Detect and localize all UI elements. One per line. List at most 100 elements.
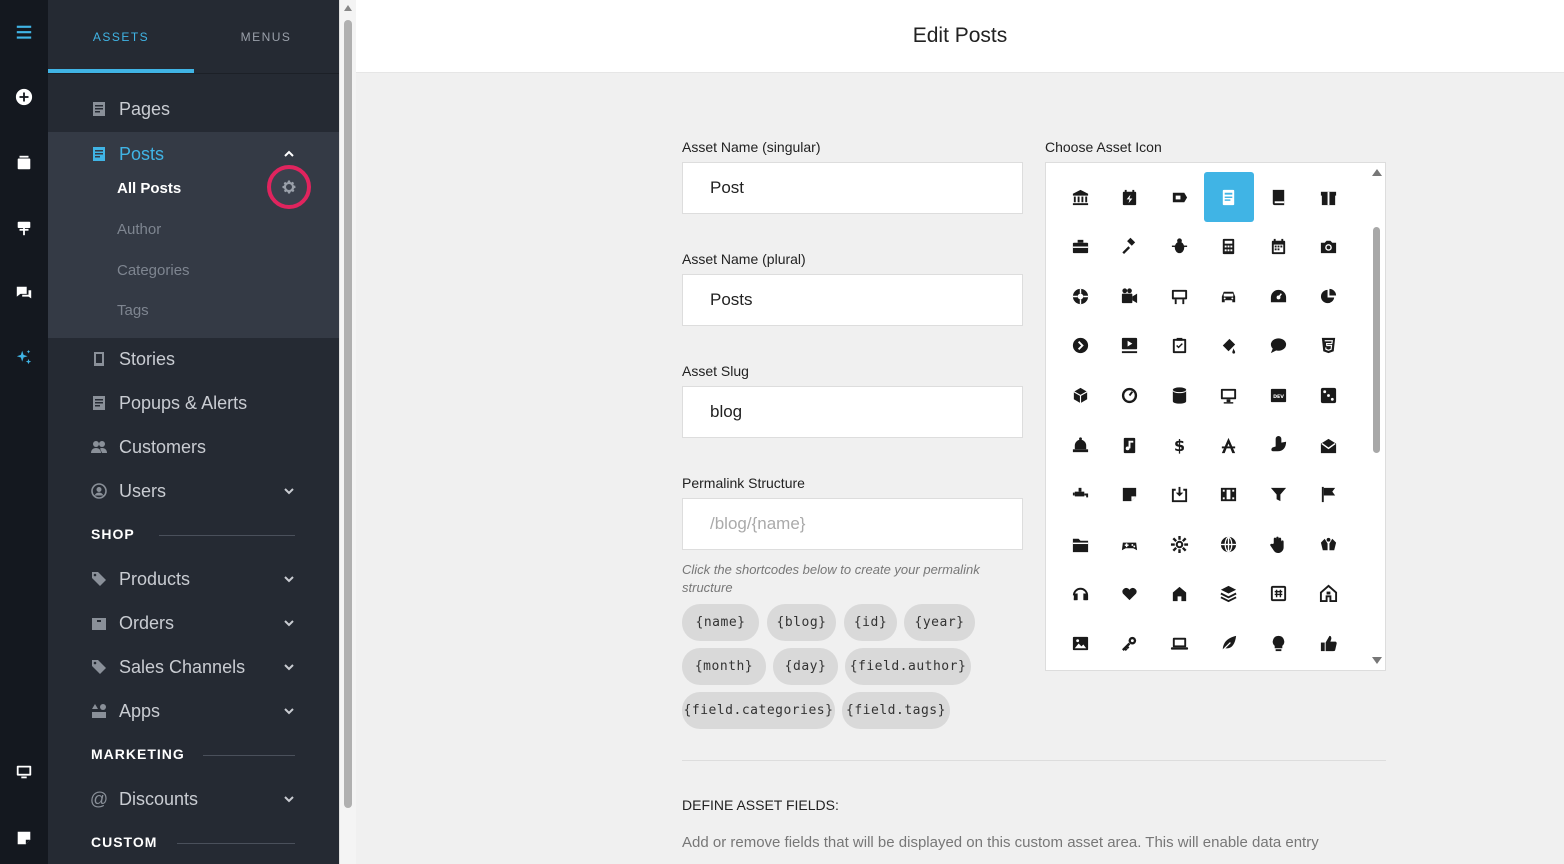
- scroll-up-arrow[interactable]: [344, 5, 352, 11]
- dice-icon[interactable]: [1303, 370, 1353, 420]
- asset-slug-input[interactable]: blog: [682, 386, 1023, 438]
- tv-play-icon[interactable]: [1105, 321, 1155, 371]
- database-icon[interactable]: [1154, 370, 1204, 420]
- add-icon[interactable]: [0, 77, 48, 117]
- heart-icon[interactable]: [1105, 569, 1155, 619]
- gift-icon[interactable]: [1303, 172, 1353, 222]
- sidebar-item-sales-channels[interactable]: Sales Channels: [48, 645, 339, 689]
- scroll-thumb[interactable]: [1373, 227, 1380, 453]
- sub-item-tags[interactable]: Tags: [117, 302, 149, 319]
- dashboard-icon[interactable]: [1105, 370, 1155, 420]
- gamepad-icon[interactable]: [1105, 519, 1155, 569]
- shortcode-chip[interactable]: {blog}: [767, 604, 836, 641]
- sidebar-scrollbar[interactable]: [339, 0, 356, 864]
- bell-icon[interactable]: [1055, 420, 1105, 470]
- newspaper-icon[interactable]: [1203, 172, 1254, 222]
- shortcode-chip[interactable]: {field.tags}: [842, 692, 950, 729]
- chevron-down-icon[interactable]: [282, 572, 296, 586]
- hands-icon[interactable]: [1303, 519, 1353, 569]
- sticky-note-icon[interactable]: [1105, 470, 1155, 520]
- posts-settings-button[interactable]: [267, 165, 311, 209]
- sidebar-item-pages[interactable]: Pages: [48, 87, 339, 131]
- chevron-down-icon[interactable]: [282, 616, 296, 630]
- gear-icon[interactable]: [1154, 519, 1204, 569]
- duck-icon[interactable]: [1253, 420, 1303, 470]
- home-icon[interactable]: [1154, 569, 1204, 619]
- sub-item-author[interactable]: Author: [117, 221, 161, 238]
- lightbulb-icon[interactable]: [1253, 618, 1303, 668]
- globe-icon[interactable]: [1204, 519, 1254, 569]
- video-icon[interactable]: [1105, 271, 1155, 321]
- dev-icon[interactable]: DEV: [1253, 370, 1303, 420]
- bug-icon[interactable]: [1154, 222, 1204, 272]
- car-icon[interactable]: [1204, 271, 1254, 321]
- css3-icon[interactable]: [1303, 321, 1353, 371]
- folder-icon[interactable]: [1055, 519, 1105, 569]
- desktop-icon[interactable]: [0, 752, 48, 792]
- scroll-up-arrow[interactable]: [1372, 169, 1382, 176]
- gavel-icon[interactable]: [1105, 222, 1155, 272]
- shortcode-chip[interactable]: {year}: [904, 604, 975, 641]
- book-icon[interactable]: [1253, 172, 1303, 222]
- pages-icon[interactable]: [0, 143, 48, 183]
- shortcode-chip[interactable]: {id}: [844, 604, 897, 641]
- layers-icon[interactable]: [1204, 569, 1254, 619]
- camera-icon[interactable]: [1303, 222, 1353, 272]
- chat-icon[interactable]: [0, 273, 48, 313]
- shortcode-chip[interactable]: {month}: [682, 648, 766, 685]
- chevron-up-icon[interactable]: [282, 147, 296, 161]
- pie-chart-icon[interactable]: [1303, 271, 1353, 321]
- note-icon[interactable]: [0, 818, 48, 858]
- tachometer-icon[interactable]: [1253, 271, 1303, 321]
- dollar-icon[interactable]: $: [1154, 420, 1204, 470]
- sidebar-item-products[interactable]: Products: [48, 557, 339, 601]
- sub-item-categories[interactable]: Categories: [117, 262, 190, 279]
- design-icon[interactable]: [0, 208, 48, 248]
- ticket-icon[interactable]: [1154, 172, 1204, 222]
- sidebar-item-apps[interactable]: Apps: [48, 689, 339, 733]
- sidebar-item-users[interactable]: Users: [48, 469, 339, 513]
- scroll-thumb[interactable]: [344, 20, 352, 808]
- clipboard-check-icon[interactable]: [1154, 321, 1204, 371]
- tab-menus[interactable]: MENUS: [193, 0, 339, 74]
- flag-icon[interactable]: [1303, 470, 1353, 520]
- image-icon[interactable]: [1055, 618, 1105, 668]
- keyboard-icon[interactable]: [1253, 569, 1303, 619]
- shortcode-chip[interactable]: {field.categories}: [682, 692, 835, 729]
- laptop-icon[interactable]: [1154, 618, 1204, 668]
- magic-icon[interactable]: [0, 338, 48, 378]
- calendar-plus-icon[interactable]: [1105, 172, 1155, 222]
- hand-icon[interactable]: [1253, 519, 1303, 569]
- chevron-down-icon[interactable]: [282, 660, 296, 674]
- chevron-down-icon[interactable]: [282, 704, 296, 718]
- chevron-down-icon[interactable]: [282, 484, 296, 498]
- chalkboard-icon[interactable]: [1154, 271, 1204, 321]
- envelope-icon[interactable]: [1303, 420, 1353, 470]
- shortcode-chip[interactable]: {day}: [773, 648, 838, 685]
- chevron-down-icon[interactable]: [282, 792, 296, 806]
- chevron-circle-icon[interactable]: [1055, 321, 1105, 371]
- shortcode-chip[interactable]: {field.author}: [845, 648, 971, 685]
- sidebar-item-discounts[interactable]: @ Discounts: [48, 777, 339, 821]
- asset-name-plural-input[interactable]: Posts: [682, 274, 1023, 326]
- paint-bucket-icon[interactable]: [1204, 321, 1254, 371]
- shortcode-chip[interactable]: {name}: [682, 604, 759, 641]
- film-icon[interactable]: [1204, 470, 1254, 520]
- sidebar-item-stories[interactable]: Stories: [48, 337, 339, 381]
- calculator-icon[interactable]: [1204, 222, 1254, 272]
- scroll-down-arrow[interactable]: [1372, 657, 1382, 664]
- faucet-icon[interactable]: [1055, 470, 1105, 520]
- tab-assets[interactable]: ASSETS: [48, 0, 194, 74]
- permalink-input[interactable]: /blog/{name}: [682, 498, 1023, 550]
- desktop-icon[interactable]: [1204, 370, 1254, 420]
- calendar-icon[interactable]: [1253, 222, 1303, 272]
- download-box-icon[interactable]: [1154, 470, 1204, 520]
- aperture-icon[interactable]: [1055, 271, 1105, 321]
- sidebar-item-popups-alerts[interactable]: Popups & Alerts: [48, 381, 339, 425]
- funnel-icon[interactable]: [1253, 470, 1303, 520]
- headphones-icon[interactable]: [1055, 569, 1105, 619]
- thumbs-up-icon[interactable]: [1303, 618, 1353, 668]
- comment-icon[interactable]: [1253, 321, 1303, 371]
- house-icon[interactable]: [1303, 569, 1353, 619]
- briefcase-icon[interactable]: [1055, 222, 1105, 272]
